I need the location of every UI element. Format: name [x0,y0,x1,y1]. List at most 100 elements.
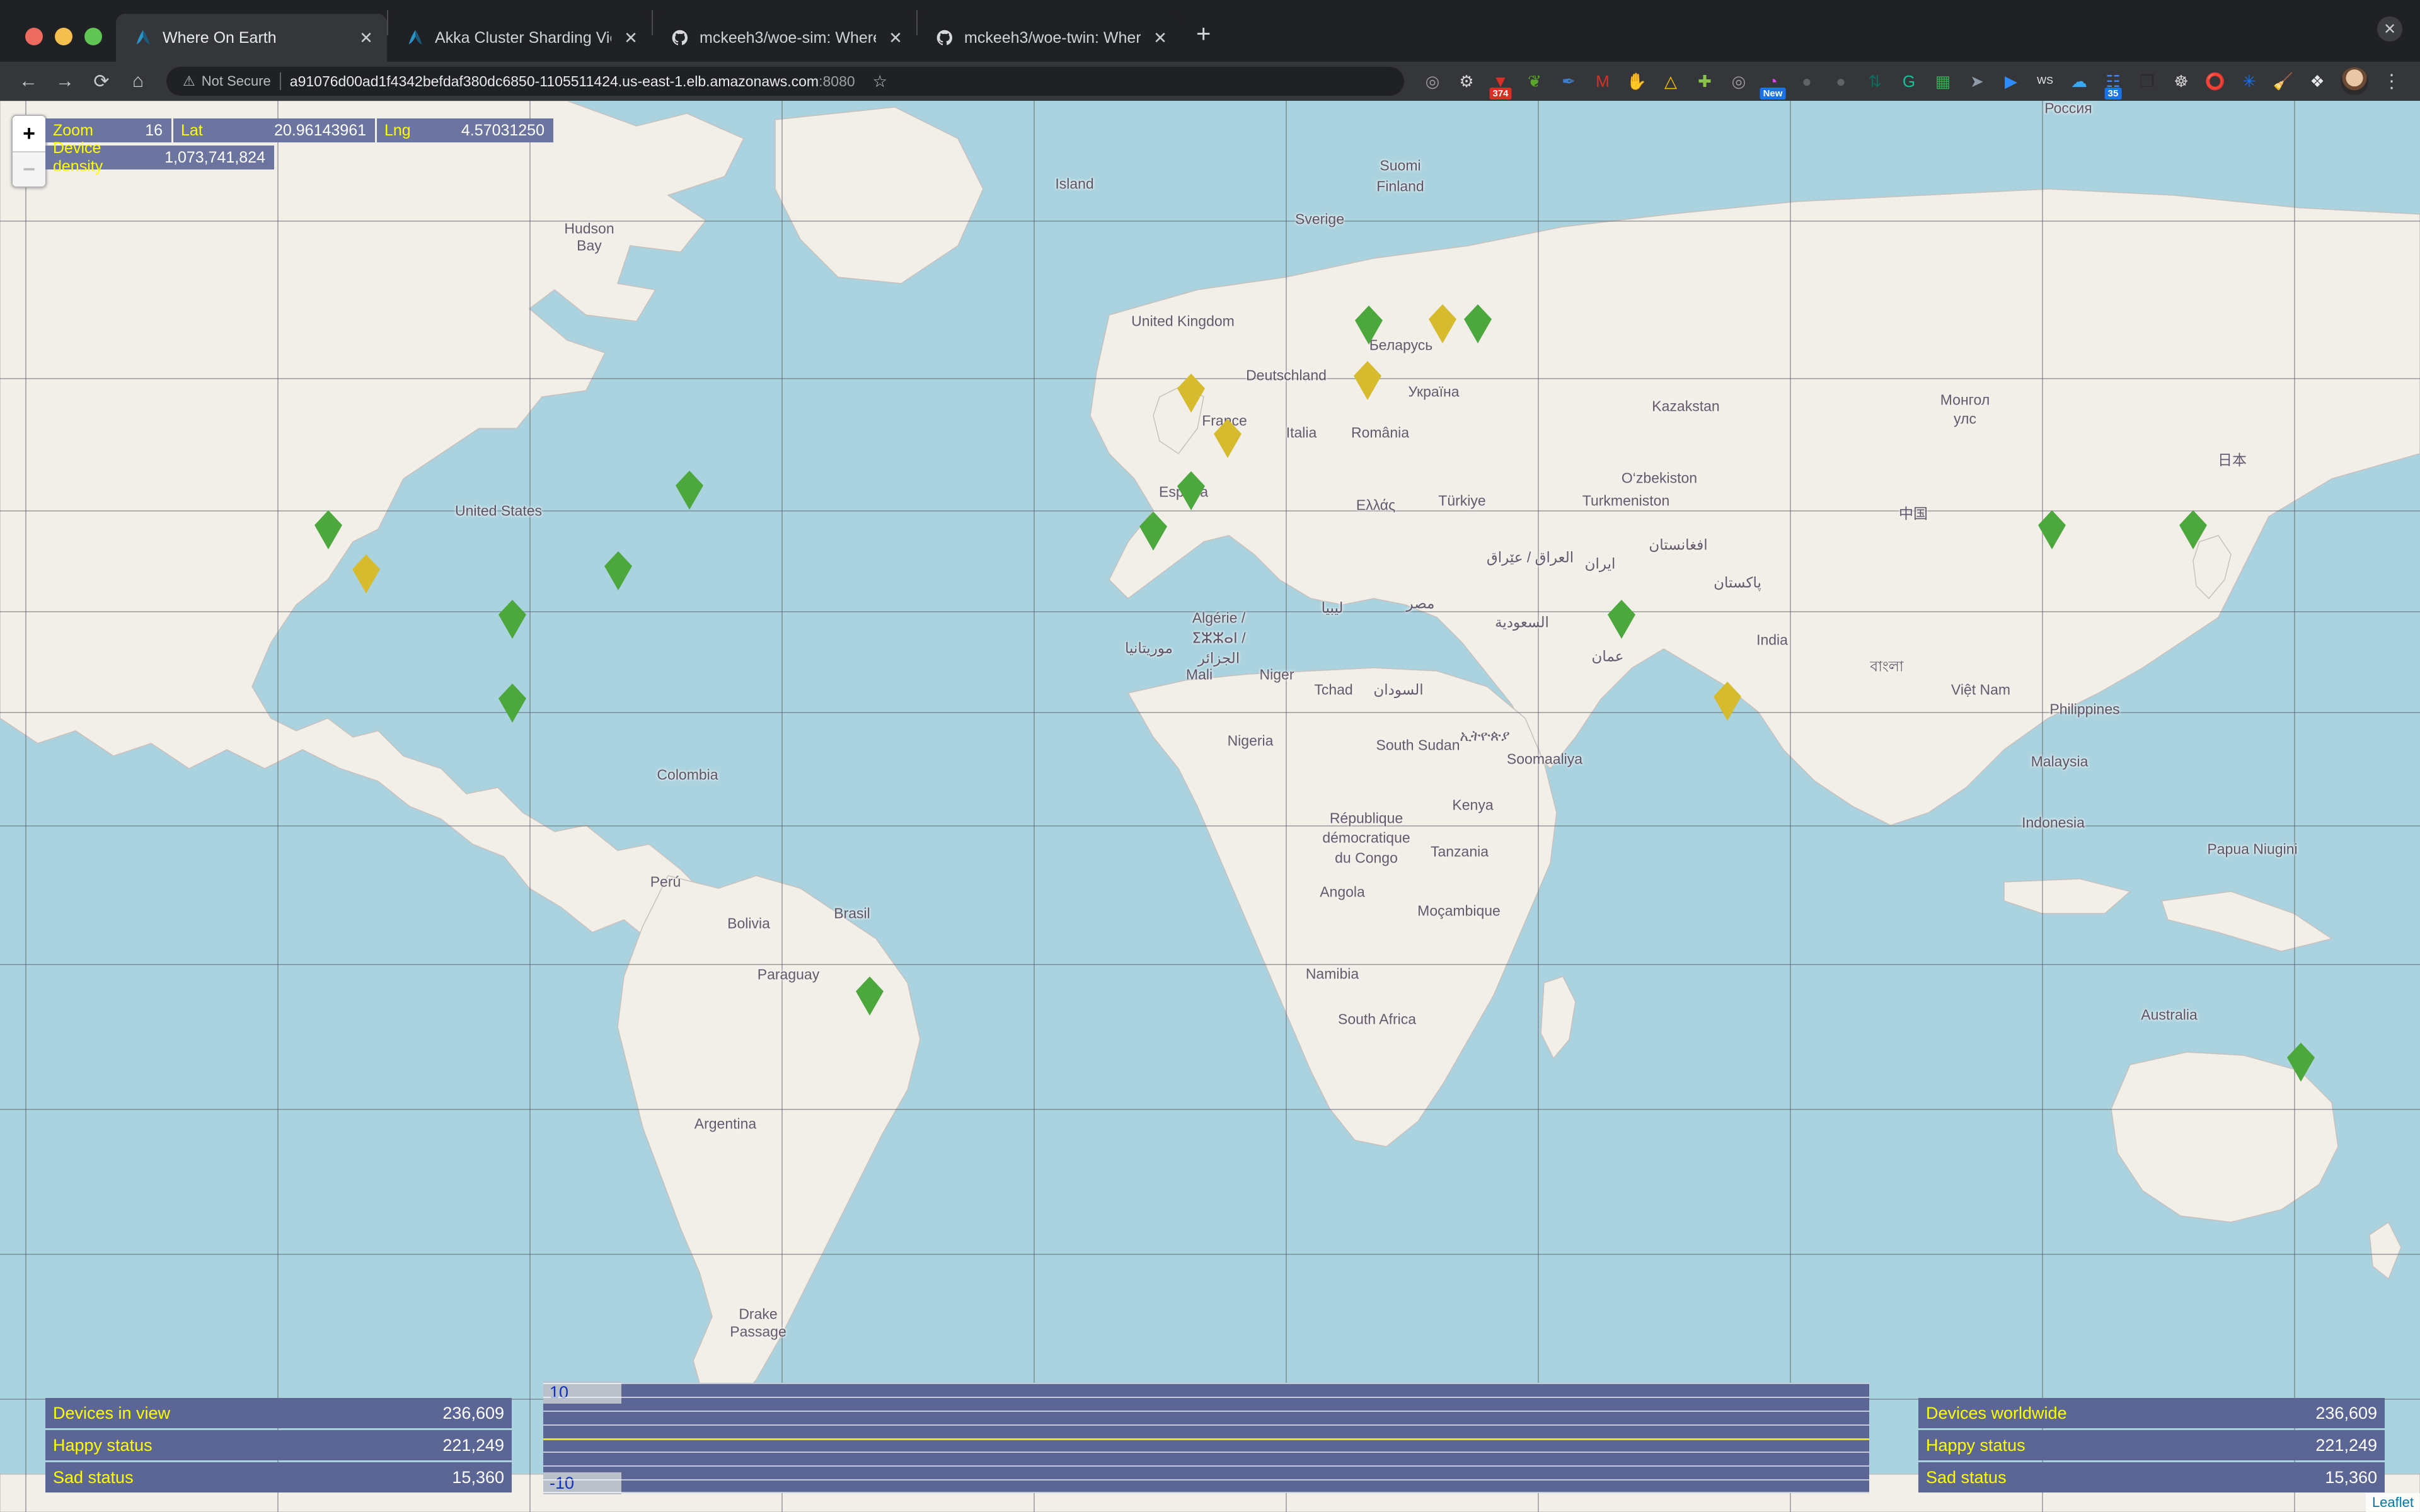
device-marker-sad[interactable] [1714,682,1741,721]
eyedropper-extension[interactable]: ✒ [1552,64,1586,98]
device-marker-happy[interactable] [2038,510,2066,549]
map-label: Papua Niugini [2207,840,2298,857]
extension-glyph: ✳ [2242,71,2256,91]
device-marker-sad[interactable] [1177,374,1205,413]
device-marker-happy[interactable] [498,600,526,639]
tab-close-icon[interactable]: ✕ [620,28,642,48]
adblock-extension[interactable]: ✋ [1620,64,1654,98]
device-marker-happy[interactable] [2287,1043,2315,1082]
browser-menu-kebab-icon[interactable]: ⋮ [2375,71,2409,93]
steering-wheel-extension[interactable]: ☸ [2164,64,2198,98]
chart-y-min-label: -10 [543,1472,621,1494]
device-marker-happy[interactable] [498,684,526,723]
new-tab-button[interactable]: + [1181,21,1226,62]
dark-double2-extension[interactable]: ● [1824,64,1858,98]
tab-2[interactable]: mckeeh3/woe-sim: Where On E ✕ [653,14,916,62]
device-marker-happy[interactable] [314,510,342,549]
marker-kite-icon [498,600,526,639]
tab-close-icon[interactable]: ✕ [355,28,377,48]
map-label: Turkmeniston [1582,492,1670,509]
grammarly-extension[interactable]: G [1892,64,1926,98]
copy-pages-extension[interactable]: ❐ [2130,64,2164,98]
rocket-extension[interactable]: ➤ [1960,64,1994,98]
stat-label: Devices worldwide [1926,1403,2067,1423]
marker-kite-icon [1355,306,1383,345]
marker-kite-icon [2038,510,2066,549]
maximize-window-button[interactable] [84,28,102,45]
map-label: Passage [730,1323,786,1340]
minimize-window-button[interactable] [55,28,72,45]
green-plus-extension[interactable]: ✚ [1688,64,1722,98]
close-window-button[interactable] [25,28,43,45]
spreadsheet-extension[interactable]: ▦ [1926,64,1960,98]
chart-gridline [543,1396,1869,1398]
map-label: Italia [1286,424,1317,441]
window-close-icon[interactable]: ✕ [2377,16,2402,42]
rainbow-lock-extension[interactable]: ◔ New [1756,64,1790,100]
broom-extension[interactable]: 🧹 [2266,64,2300,98]
icloud-extension[interactable]: ☁ [2062,64,2096,98]
device-marker-sad[interactable] [1354,361,1381,400]
zoom-in-button[interactable]: + [13,116,45,151]
device-marker-sad[interactable] [352,554,380,593]
device-marker-happy[interactable] [2179,510,2207,549]
back-button[interactable]: ← [11,64,45,98]
device-marker-happy[interactable] [1608,600,1635,639]
tab-0[interactable]: Where On Earth ✕ [116,14,387,62]
zoom-out-button[interactable]: − [13,151,45,186]
map-label: 日本 [2218,452,2247,468]
tab-close-icon[interactable]: ✕ [1150,28,1171,48]
map-info-overlay: Zoom 16 Lat 20.96143961 Lng 4.57031250 D… [45,118,553,175]
akka-icon [132,27,154,49]
mail-extension[interactable]: ▼ 374 [1484,64,1518,100]
security-indicator[interactable]: ⚠ Not Secure [183,73,271,89]
map-label: Mali [1185,666,1213,683]
map-info-row-density: Device density 1,073,741,824 [45,139,553,175]
device-marker-happy[interactable] [1139,512,1167,551]
dark-double-extension[interactable]: ● [1790,64,1824,98]
tab-close-icon[interactable]: ✕ [885,28,906,48]
map-label: ليبيا [1321,599,1344,616]
leaflet-attribution[interactable]: Leaflet [2365,1493,2420,1512]
devices-in-view-row: Happy status 221,249 [45,1430,512,1460]
map-label: Paraguay [757,966,820,983]
device-marker-sad[interactable] [1429,304,1456,343]
device-marker-sad[interactable] [1214,419,1242,458]
ws-client-extension[interactable]: WS [2028,64,2062,98]
device-marker-happy[interactable] [676,471,703,510]
teal-arrows-extension[interactable]: ⇅ [1858,64,1892,98]
blue-asterisk-extension[interactable]: ✳ [2232,64,2266,98]
gear-extension[interactable]: ⚙ [1449,64,1484,98]
map-label: Hudson [564,220,614,237]
tab-label: mckeeh3/woe-twin: Where On [964,28,1141,47]
grey-ring-extension[interactable]: ◎ [1415,64,1449,98]
binary-extension[interactable]: ☷ 35 [2096,64,2130,100]
device-marker-happy[interactable] [1355,306,1383,345]
omnibox-divider [279,72,281,90]
color-circles-extension[interactable]: ⭕ [2198,64,2232,98]
device-marker-happy[interactable] [1177,471,1205,510]
bookmark-star-icon[interactable]: ☆ [864,72,887,91]
device-marker-happy[interactable] [1464,304,1492,343]
address-bar[interactable]: ⚠ Not Secure a91076d00ad1f4342befdaf380d… [166,67,1404,96]
google-drive-extension[interactable]: △ [1654,64,1688,98]
tab-1[interactable]: Akka Cluster Sharding Viewer ✕ [388,14,652,62]
extension-glyph: ✋ [1626,71,1647,91]
zoom-extension[interactable]: ▶ [1994,64,2028,98]
map-label: Philippines [2049,701,2120,718]
device-marker-happy[interactable] [856,976,884,1016]
forward-button[interactable]: → [48,64,82,98]
avatar[interactable] [2341,67,2368,95]
reload-button[interactable]: ⟳ [84,64,118,98]
gmail-extension[interactable]: M [1586,64,1620,98]
tab-3[interactable]: mckeeh3/woe-twin: Where On ✕ [918,14,1181,62]
evernote-extension[interactable]: ❦ [1518,64,1552,98]
chart-y-max-label: 10 [543,1382,621,1404]
device-marker-happy[interactable] [604,551,632,590]
grey-ring2-extension[interactable]: ◎ [1722,64,1756,98]
puzzle-extension[interactable]: ❖ [2300,64,2334,98]
map-zoom-control[interactable]: + − [11,115,47,188]
leaflet-map[interactable]: + − Zoom 16 Lat 20.96143961 Lng 4.570312… [0,101,2420,1512]
home-button[interactable]: ⌂ [121,64,155,98]
map-label: افغانستان [1649,536,1708,553]
